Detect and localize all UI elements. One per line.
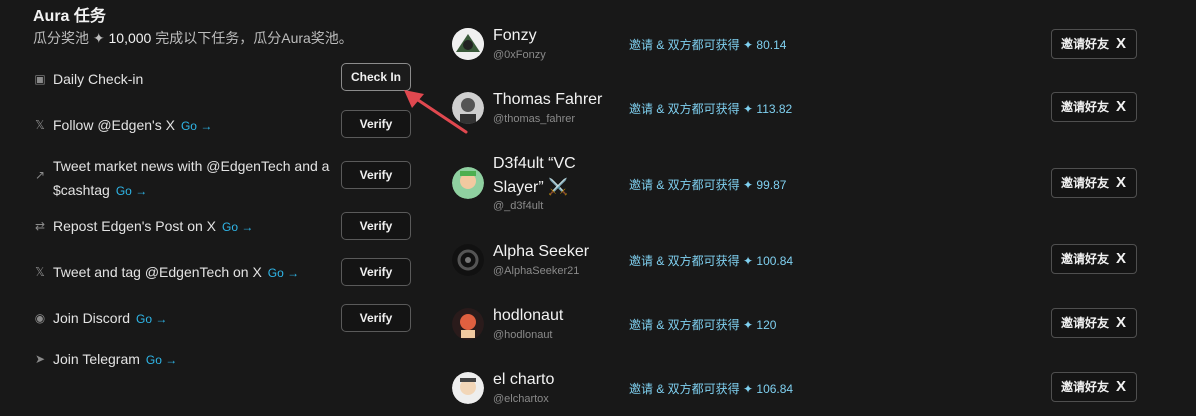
- user-name: el charto: [493, 371, 555, 388]
- user-name: Thomas Fahrer: [493, 91, 603, 108]
- go-link[interactable]: Go →: [146, 353, 177, 367]
- user-handle: @elchartox: [493, 393, 549, 405]
- user-name: D3f4ult “VC Slayer” ⚔️: [493, 155, 576, 196]
- go-link[interactable]: Go →: [116, 184, 147, 198]
- task-label-line1: Tweet market news with @EdgenTech and a: [53, 158, 330, 174]
- pool-amount: 10,000: [108, 30, 152, 46]
- x-icon: 𝕏: [35, 265, 45, 279]
- task-label: Join Discord: [53, 310, 131, 326]
- reward-text: 邀请 & 双方都可获得 ✦ 106.84: [629, 382, 794, 396]
- task-label: Join Telegram: [53, 351, 140, 367]
- invite-row: hodlonaut @hodlonaut 邀请 & 双方都可获得 ✦ 120 邀…: [452, 307, 1152, 348]
- invite-row: D3f4ult “VC Slayer” ⚔️ @_d3f4ult 邀请 & 双方都…: [452, 152, 1152, 216]
- invite-row: Thomas Fahrer @thomas_fahrer 邀请 & 双方都可获得…: [452, 91, 1152, 132]
- task-join-telegram: ➤ Join Telegram Go →: [33, 347, 413, 371]
- panel-title: Aura 任务: [33, 8, 106, 25]
- calendar-icon: ▣: [34, 72, 46, 86]
- reward-text: 邀请 & 双方都可获得 ✦ 120: [629, 318, 777, 332]
- x-icon: X: [1115, 378, 1126, 395]
- repost-icon: ⇄: [34, 219, 46, 233]
- reward-text: 邀请 & 双方都可获得 ✦ 80.14: [629, 38, 787, 52]
- go-link[interactable]: Go →: [181, 119, 212, 133]
- user-handle: @thomas_fahrer: [493, 113, 576, 125]
- user-name: Fonzy: [493, 27, 537, 44]
- x-icon: X: [1115, 314, 1126, 331]
- avatar: [452, 244, 484, 276]
- x-icon: X: [1115, 98, 1126, 115]
- verify-button[interactable]: Verify: [341, 161, 411, 189]
- external-link-icon: ↗: [34, 168, 46, 182]
- invite-row: el charto @elchartox 邀请 & 双方都可获得 ✦ 106.8…: [452, 371, 1152, 412]
- task-label: Repost Edgen's Post on X: [53, 218, 216, 234]
- user-handle: @hodlonaut: [493, 329, 553, 341]
- go-link[interactable]: Go →: [222, 220, 253, 234]
- x-icon: X: [1115, 35, 1126, 52]
- user-handle: @AlphaSeeker21: [493, 265, 580, 277]
- verify-button[interactable]: Verify: [341, 258, 411, 286]
- invite-friend-button[interactable]: 邀请好友 X: [1051, 308, 1137, 338]
- invite-friend-button[interactable]: 邀请好友 X: [1051, 29, 1137, 59]
- avatar: [452, 28, 484, 60]
- verify-button[interactable]: Verify: [341, 212, 411, 240]
- telegram-icon: ➤: [34, 352, 46, 366]
- verify-button[interactable]: Verify: [341, 304, 411, 332]
- avatar: [452, 92, 484, 124]
- invite-friend-button[interactable]: 邀请好友 X: [1051, 168, 1137, 198]
- task-label: Follow @Edgen's X: [53, 117, 175, 133]
- discord-icon: ◉: [34, 311, 46, 325]
- avatar: [452, 372, 484, 404]
- x-icon: X: [1115, 174, 1126, 191]
- invite-friend-button[interactable]: 邀请好友 X: [1051, 244, 1137, 274]
- avatar: [452, 308, 484, 340]
- aura-tasks-panel: Aura 任务 瓜分奖池 ✦ 10,000 完成以下任务，瓜分Aura奖池。 ▣…: [0, 0, 468, 416]
- panel-subtitle: 瓜分奖池 ✦ 10,000 完成以下任务，瓜分Aura奖池。: [33, 30, 353, 46]
- user-handle: @_d3f4ult: [493, 200, 544, 212]
- user-name: Alpha Seeker: [493, 243, 590, 260]
- user-handle: @0xFonzy: [493, 49, 546, 61]
- invite-friend-button[interactable]: 邀请好友 X: [1051, 372, 1137, 402]
- avatar: [452, 167, 484, 199]
- user-name: hodlonaut: [493, 307, 564, 324]
- reward-text: 邀请 & 双方都可获得 ✦ 113.82: [629, 102, 793, 116]
- invite-row: Fonzy @0xFonzy 邀请 & 双方都可获得 ✦ 80.14 邀请好友 X: [452, 27, 1152, 68]
- reward-text: 邀请 & 双方都可获得 ✦ 100.84: [629, 254, 794, 268]
- go-link[interactable]: Go →: [136, 312, 167, 326]
- reward-text: 邀请 & 双方都可获得 ✦ 99.87: [629, 178, 787, 192]
- task-label: Daily Check-in: [53, 71, 144, 87]
- task-label-line2: $cashtag: [53, 182, 110, 198]
- x-icon: 𝕏: [35, 118, 45, 132]
- go-link[interactable]: Go →: [268, 266, 299, 280]
- invite-row: Alpha Seeker @AlphaSeeker21 邀请 & 双方都可获得 …: [452, 243, 1152, 284]
- task-label: Tweet and tag @EdgenTech on X: [53, 264, 262, 280]
- invite-friend-button[interactable]: 邀请好友 X: [1051, 92, 1137, 122]
- x-icon: X: [1115, 250, 1126, 267]
